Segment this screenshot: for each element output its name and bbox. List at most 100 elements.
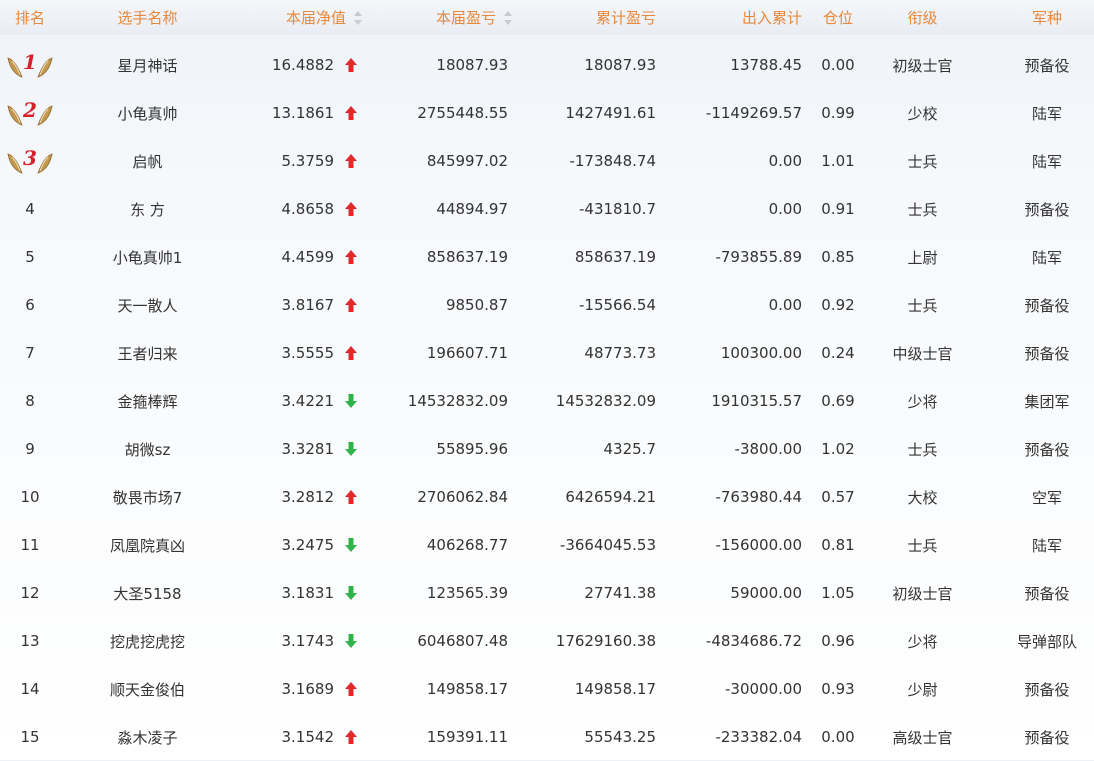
service-branch: 预备役	[1024, 440, 1070, 459]
military-title: 少尉	[907, 680, 938, 699]
header-cum: 累计盈亏	[595, 9, 656, 27]
position-value: 0.69	[821, 392, 855, 410]
arrow-up-icon	[345, 202, 357, 216]
position-value: 1.01	[821, 152, 855, 170]
io-value: -233382.04	[715, 728, 802, 746]
medal-icon: 2	[7, 98, 53, 126]
trend-cell	[342, 281, 360, 329]
arrow-up-icon	[345, 154, 357, 168]
cum-value: 149858.17	[574, 680, 656, 698]
pnl-value: 845997.02	[426, 152, 508, 170]
player-name-link[interactable]: 星月神话	[117, 55, 177, 76]
military-title: 高级士官	[892, 728, 953, 747]
pnl-value: 406268.77	[426, 536, 508, 554]
cum-value: 6426594.21	[565, 488, 656, 506]
nav-value: 4.4599	[281, 248, 335, 266]
arrow-up-icon	[345, 106, 357, 120]
arrow-up-icon	[345, 58, 357, 72]
pnl-value: 159391.11	[426, 728, 508, 746]
header-name: 选手名称	[117, 9, 178, 27]
cum-value: 4325.7	[603, 440, 657, 458]
player-name-link[interactable]: 小龟真帅1	[113, 247, 183, 268]
table-row: 12 大圣5158 3.1831 123565.39 27741.38 59000.00 1…	[0, 569, 1094, 617]
io-value: -763980.44	[715, 488, 802, 506]
player-name-link[interactable]: 王者归来	[117, 343, 177, 364]
military-title: 少将	[907, 392, 938, 411]
header-pnl-label: 本届盈亏	[435, 9, 496, 27]
rank-medal: 1	[0, 41, 60, 89]
player-name-link[interactable]: 金箍棒辉	[117, 391, 177, 412]
cum-value: 18087.93	[584, 56, 656, 74]
player-name-link[interactable]: 胡微sz	[125, 439, 171, 460]
pnl-value: 149858.17	[426, 680, 508, 698]
player-name-link[interactable]: 敬畏市场7	[113, 487, 183, 508]
trend-cell	[342, 329, 360, 377]
table-row: 3 启帆 5.3759 845997.02 -173848.74 0.00 1.01 士兵 陆军	[0, 137, 1094, 185]
military-title: 少校	[907, 104, 938, 123]
rank-number: 12	[20, 584, 40, 602]
medal-icon: 3	[7, 146, 53, 174]
pnl-value: 2755448.55	[417, 104, 508, 122]
arrow-up-icon	[345, 730, 357, 744]
io-value: -1149269.57	[705, 104, 802, 122]
cum-value: 858637.19	[574, 248, 656, 266]
player-name-link[interactable]: 大圣5158	[113, 583, 181, 604]
table-row: 10 敬畏市场7 3.2812 2706062.84 6426594.21 -763980…	[0, 473, 1094, 521]
rank-number: 5	[25, 248, 35, 266]
arrow-down-icon	[345, 586, 357, 600]
io-value: -3800.00	[734, 440, 802, 458]
rank-number: 11	[20, 536, 40, 554]
player-name-link[interactable]: 凤凰院真凶	[110, 535, 185, 556]
table-row: 2 小龟真帅 13.1861 2755448.55 1427491.61 -1149269…	[0, 89, 1094, 137]
pnl-value: 858637.19	[426, 248, 508, 266]
leaderboard: 排名 选手名称 本届净值 本届盈亏 累计盈亏 出入累计 仓位 衔级 军种 1 星月…	[0, 0, 1094, 760]
service-branch: 集团军	[1024, 392, 1070, 411]
svg-text:1: 1	[23, 50, 37, 74]
header-title: 衔级	[907, 9, 938, 27]
player-cell: 星月神话	[90, 41, 205, 89]
cum-value: 27741.38	[584, 584, 656, 602]
nav-value: 3.3281	[281, 440, 335, 458]
io-value: 0.00	[768, 152, 802, 170]
service-branch: 预备役	[1024, 680, 1070, 699]
rank-number: 15	[20, 728, 40, 746]
player-name-link[interactable]: 淼木凌子	[117, 727, 177, 748]
table-row: 14 顺天金俊伯 3.1689 149858.17 149858.17 -30000.00…	[0, 665, 1094, 713]
player-cell: 大圣5158	[90, 569, 205, 617]
nav-value: 3.1542	[281, 728, 335, 746]
arrow-down-icon	[345, 394, 357, 408]
cum-value: -431810.7	[579, 200, 656, 218]
arrow-down-icon	[345, 634, 357, 648]
player-name-link[interactable]: 启帆	[132, 151, 162, 172]
service-branch: 陆军	[1031, 152, 1062, 171]
header-nav-sort[interactable]: 本届净值	[200, 0, 362, 35]
nav-value: 3.2812	[281, 488, 335, 506]
military-title: 初级士官	[892, 56, 953, 75]
player-name-link[interactable]: 东 方	[130, 199, 165, 220]
trend-cell	[342, 233, 360, 281]
player-name-link[interactable]: 顺天金俊伯	[110, 679, 185, 700]
cum-value: 55543.25	[584, 728, 656, 746]
player-cell: 凤凰院真凶	[90, 521, 205, 569]
player-name-link[interactable]: 挖虎挖虎挖	[110, 631, 185, 652]
service-branch: 陆军	[1031, 248, 1062, 267]
rank-number: 8	[25, 392, 35, 410]
player-name-link[interactable]: 天一散人	[117, 295, 177, 316]
position-value: 0.96	[821, 632, 855, 650]
header-pnl-sort[interactable]: 本届盈亏	[360, 0, 512, 35]
table-row: 15 淼木凌子 3.1542 159391.11 55543.25 -233382.04 0…	[0, 713, 1094, 761]
table-row: 7 王者归来 3.5555 196607.71 48773.73 100300.00 0.2…	[0, 329, 1094, 377]
service-branch: 预备役	[1024, 200, 1070, 219]
military-title: 士兵	[907, 152, 938, 171]
nav-value: 3.1689	[281, 680, 335, 698]
player-name-link[interactable]: 小龟真帅	[117, 103, 177, 124]
position-value: 0.00	[821, 728, 855, 746]
table-header: 排名 选手名称 本届净值 本届盈亏 累计盈亏 出入累计 仓位 衔级 军种	[0, 0, 1094, 35]
nav-value: 3.5555	[281, 344, 335, 362]
io-value: -4834686.72	[705, 632, 802, 650]
service-branch: 预备役	[1024, 56, 1070, 75]
arrow-up-icon	[345, 298, 357, 312]
nav-value: 3.1831	[281, 584, 335, 602]
player-cell: 敬畏市场7	[90, 473, 205, 521]
trend-cell	[342, 89, 360, 137]
